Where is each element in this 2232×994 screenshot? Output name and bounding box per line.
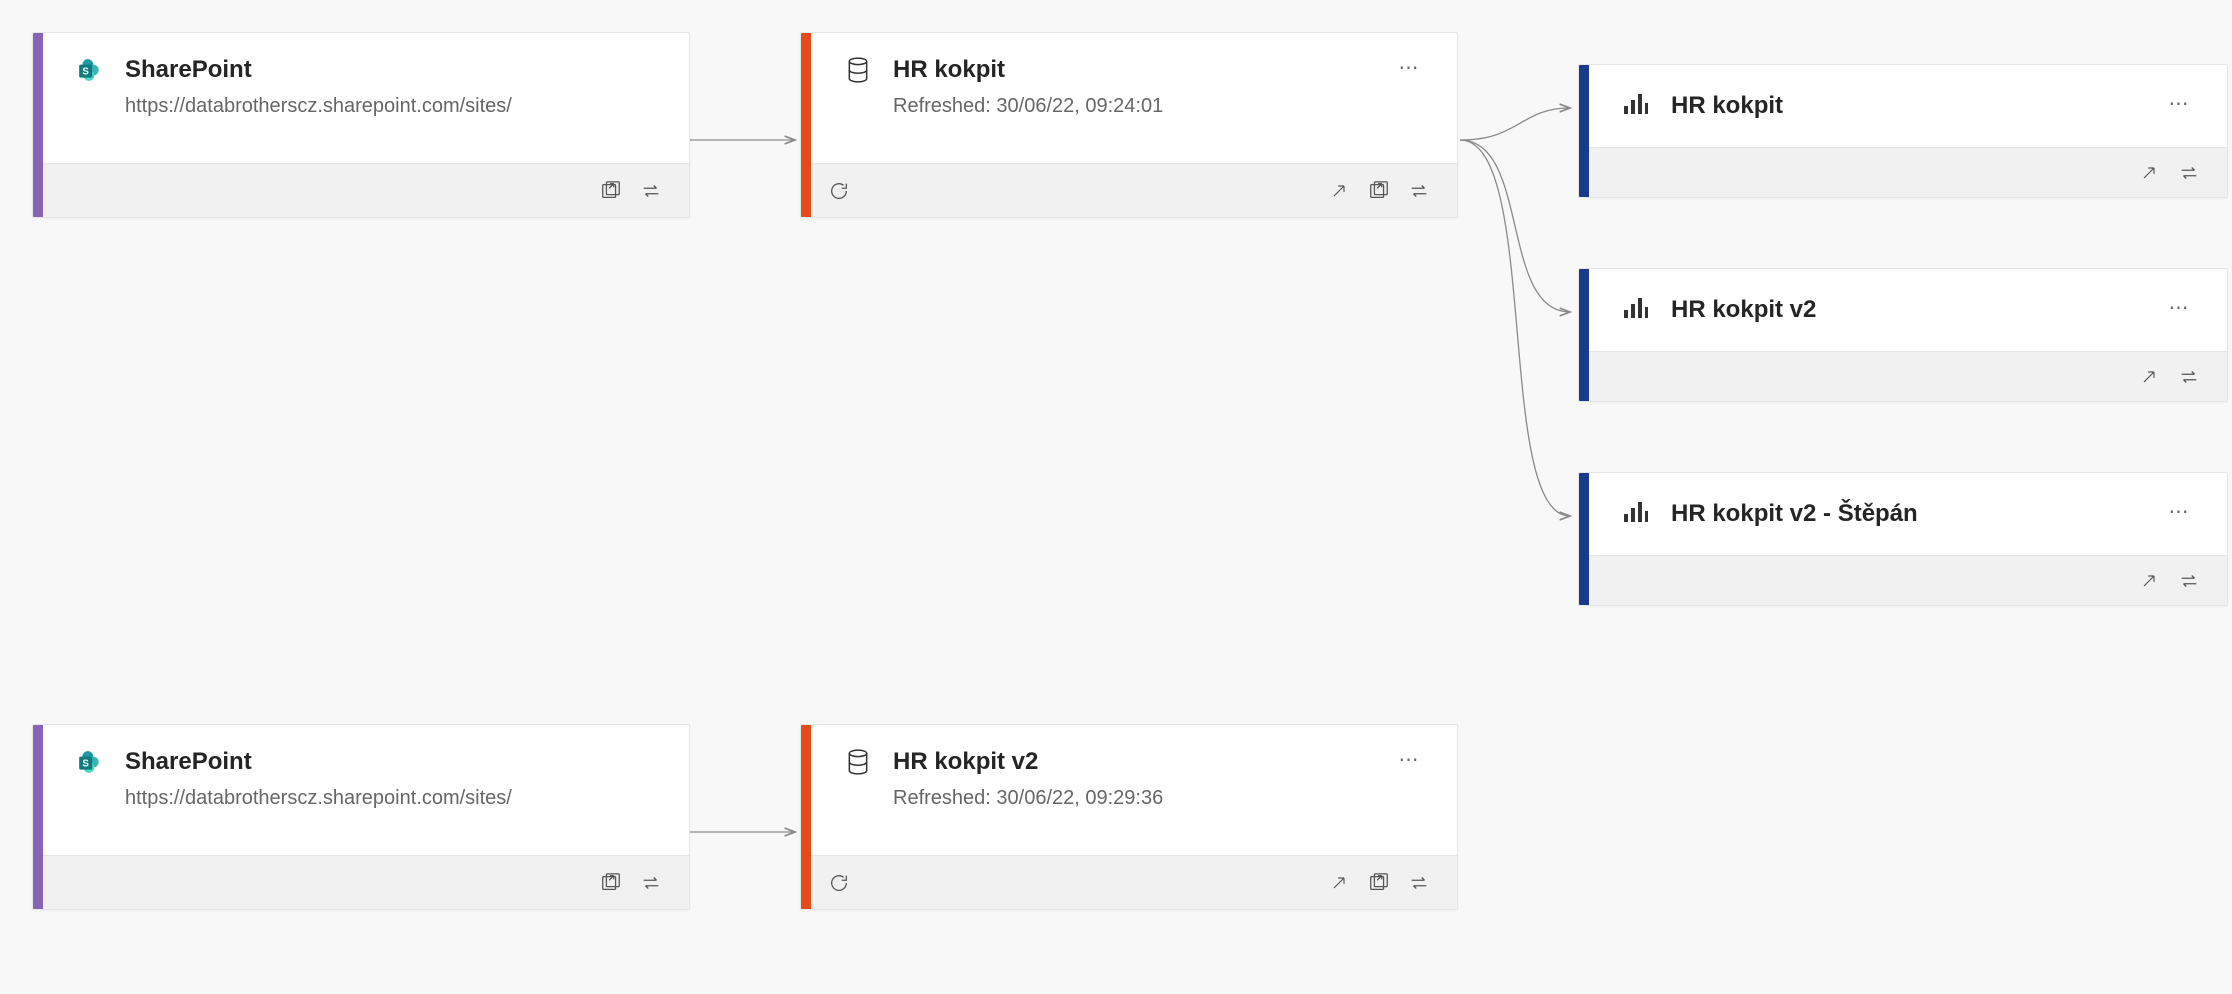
card-title: HR kokpit v2 (893, 747, 1389, 777)
accent-bar (33, 725, 43, 909)
show-impact-icon[interactable] (1359, 863, 1399, 903)
dataset-icon (841, 55, 875, 83)
more-options-icon[interactable]: ⋯ (2159, 91, 2199, 116)
swap-icon[interactable] (2169, 153, 2209, 193)
open-external-icon[interactable] (1319, 171, 1359, 211)
card-title: HR kokpit (1671, 91, 2159, 121)
show-impact-icon[interactable] (591, 171, 631, 211)
report-icon (1619, 499, 1653, 523)
accent-bar (33, 33, 43, 217)
open-external-icon[interactable] (1319, 863, 1359, 903)
card-subtitle: https://databrotherscz.sharepoint.com/si… (125, 785, 661, 811)
swap-icon[interactable] (631, 171, 671, 211)
accent-bar (1579, 269, 1589, 401)
swap-icon[interactable] (631, 863, 671, 903)
accent-bar (1579, 473, 1589, 605)
card-subtitle: Refreshed: 30/06/22, 09:29:36 (893, 785, 1389, 811)
sharepoint-icon: S (73, 55, 107, 83)
report-icon (1619, 295, 1653, 319)
dataset-icon (841, 747, 875, 775)
card-source-sharepoint-2[interactable]: S SharePoint https://databrotherscz.shar… (32, 724, 690, 910)
card-report-hr-kokpit-v2[interactable]: HR kokpit v2 ⋯ (1578, 268, 2228, 402)
svg-text:S: S (82, 758, 89, 769)
open-external-icon[interactable] (2129, 357, 2169, 397)
card-title: HR kokpit v2 (1671, 295, 2159, 325)
card-title: HR kokpit (893, 55, 1389, 85)
svg-text:S: S (82, 66, 89, 77)
card-title: SharePoint (125, 55, 661, 85)
swap-icon[interactable] (1399, 863, 1439, 903)
show-impact-icon[interactable] (591, 863, 631, 903)
swap-icon[interactable] (2169, 561, 2209, 601)
card-report-hr-kokpit[interactable]: HR kokpit ⋯ (1578, 64, 2228, 198)
swap-icon[interactable] (1399, 171, 1439, 211)
report-icon (1619, 91, 1653, 115)
show-impact-icon[interactable] (1359, 171, 1399, 211)
open-external-icon[interactable] (2129, 561, 2169, 601)
refresh-icon[interactable] (819, 171, 859, 211)
swap-icon[interactable] (2169, 357, 2209, 397)
accent-bar (1579, 65, 1589, 197)
card-dataset-hr-kokpit-v2[interactable]: HR kokpit v2 Refreshed: 30/06/22, 09:29:… (800, 724, 1458, 910)
more-options-icon[interactable]: ⋯ (1389, 747, 1429, 772)
open-external-icon[interactable] (2129, 153, 2169, 193)
card-report-hr-kokpit-v2-stepan[interactable]: HR kokpit v2 - Štěpán ⋯ (1578, 472, 2228, 606)
card-subtitle: Refreshed: 30/06/22, 09:24:01 (893, 93, 1389, 119)
more-options-icon[interactable]: ⋯ (2159, 295, 2199, 320)
accent-bar (801, 33, 811, 217)
more-options-icon[interactable]: ⋯ (1389, 55, 1429, 80)
accent-bar (801, 725, 811, 909)
card-dataset-hr-kokpit[interactable]: HR kokpit Refreshed: 30/06/22, 09:24:01 … (800, 32, 1458, 218)
refresh-icon[interactable] (819, 863, 859, 903)
card-title: SharePoint (125, 747, 661, 777)
more-options-icon[interactable]: ⋯ (2159, 499, 2199, 524)
card-subtitle: https://databrotherscz.sharepoint.com/si… (125, 93, 661, 119)
sharepoint-icon: S (73, 747, 107, 775)
card-source-sharepoint-1[interactable]: S SharePoint https://databrotherscz.shar… (32, 32, 690, 218)
card-title: HR kokpit v2 - Štěpán (1671, 499, 2159, 529)
